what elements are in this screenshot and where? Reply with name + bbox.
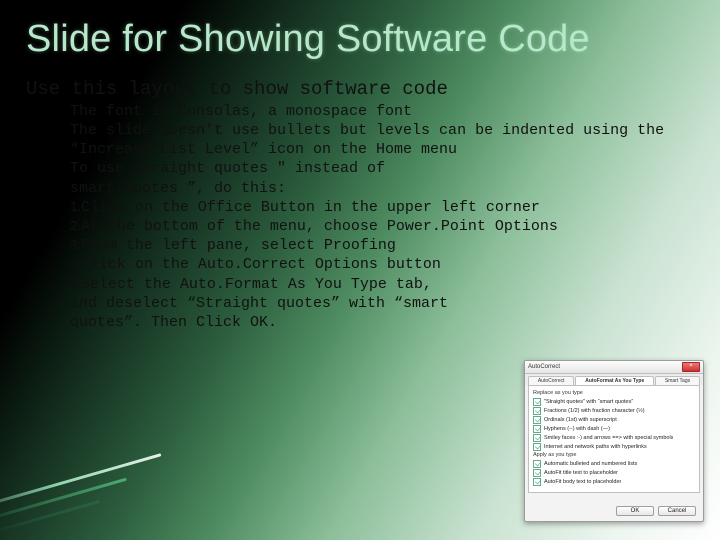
checkbox-icon[interactable] [533,434,541,442]
checkbox-row[interactable]: Internet and network paths with hyperlin… [533,443,695,451]
checkbox-row[interactable]: AutoFit body text to placeholder [533,478,695,486]
cancel-button[interactable]: Cancel [658,506,696,516]
checkbox-label: "Straight quotes" with “smart quotes” [544,399,633,405]
step-item: 3.From the left pane, select Proofing [70,236,694,255]
checkbox-icon[interactable] [533,416,541,424]
dialog-titlebar: AutoCorrect × [525,361,703,374]
dialog-tabs: AutoCorrect AutoFormat As You Type Smart… [525,374,703,385]
checkbox-row[interactable]: Automatic bulleted and numbered lists [533,460,695,468]
checkbox-icon[interactable] [533,425,541,433]
checkbox-icon[interactable] [533,398,541,406]
body-text: The font is Consolas, a monospace font T… [70,102,694,332]
checkbox-row[interactable]: Smiley faces :-) and arrows ==> with spe… [533,434,695,442]
autocorrect-dialog: AutoCorrect × AutoCorrect AutoFormat As … [524,360,704,522]
checkbox-icon[interactable] [533,478,541,486]
corner-accent [0,422,190,540]
lead-text: Use this layout to show software code [26,78,694,100]
checkbox-row[interactable]: Ordinals (1st) with superscript [533,416,695,424]
checkbox-icon[interactable] [533,407,541,415]
body-line: smart quotes ”, do this: [70,179,694,198]
checkbox-label: Internet and network paths with hyperlin… [544,444,647,450]
checkbox-icon[interactable] [533,443,541,451]
checkbox-row[interactable]: AutoFit title text to placeholder [533,469,695,477]
checkbox-label: Hyphens (--) with dash (—) [544,426,610,432]
dialog-buttons: OK Cancel [616,506,696,516]
step-text: Click on the Auto.Correct Options button [81,256,441,273]
tab-autoformat-as-you-type[interactable]: AutoFormat As You Type [575,376,654,385]
body-line: and deselect “Straight quotes” with “sma… [70,294,694,313]
dialog-title: AutoCorrect [528,364,560,370]
tab-smart-tags[interactable]: Smart Tags [655,376,700,385]
checkbox-row[interactable]: Fractions (1/2) with fraction character … [533,407,695,415]
step-item: 1.Click on the Office Button in the uppe… [70,198,694,217]
body-line: The slide doesn’t use bullets but levels… [70,121,694,159]
step-text: From the left pane, select Proofing [81,237,396,254]
checkbox-label: Automatic bulleted and numbered lists [544,461,637,467]
checkbox-icon[interactable] [533,469,541,477]
group-label: Replace as you type [533,390,695,396]
checkbox-label: Ordinals (1st) with superscript [544,417,617,423]
dialog-pane: Replace as you type "Straight quotes" wi… [528,385,700,493]
step-text: Select the Auto.Format As You Type tab, [81,276,432,293]
checkbox-label: Smiley faces :-) and arrows ==> with spe… [544,435,673,441]
slide-title: Slide for Showing Software Code [26,20,694,60]
checkbox-label: AutoFit title text to placeholder [544,470,618,476]
body-line: quotes”. Then Click OK. [70,313,694,332]
step-item: 5.Select the Auto.Format As You Type tab… [70,275,694,294]
checkbox-row[interactable]: Hyphens (--) with dash (—) [533,425,695,433]
checkbox-label: Fractions (1/2) with fraction character … [544,408,645,414]
step-text: At the bottom of the menu, choose Power.… [81,218,558,235]
step-item: 4.Click on the Auto.Correct Options butt… [70,255,694,274]
body-line: To use straight quotes " instead of [70,159,694,178]
slide: Slide for Showing Software Code Use this… [0,0,720,540]
ordered-steps: 1.Click on the Office Button in the uppe… [70,198,694,294]
step-item: 2.At the bottom of the menu, choose Powe… [70,217,694,236]
step-text: Click on the Office Button in the upper … [81,199,540,216]
tab-autocorrect[interactable]: AutoCorrect [528,376,574,385]
checkbox-icon[interactable] [533,460,541,468]
ok-button[interactable]: OK [616,506,654,516]
checkbox-label: AutoFit body text to placeholder [544,479,621,485]
checkbox-row[interactable]: "Straight quotes" with “smart quotes” [533,398,695,406]
close-icon[interactable]: × [682,362,700,372]
group-label: Apply as you type [533,452,695,458]
body-line: The font is Consolas, a monospace font [70,102,694,121]
